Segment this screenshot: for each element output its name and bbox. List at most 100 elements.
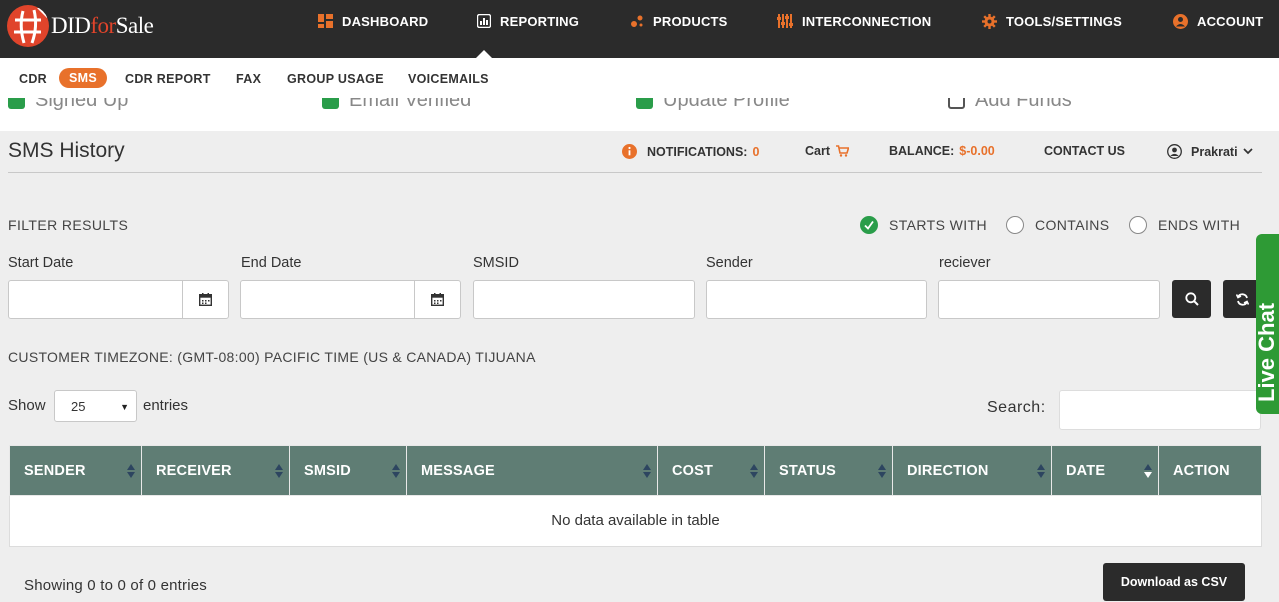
column-label: SMSID (304, 462, 351, 479)
brand-logo[interactable]: DIDforSale (7, 4, 154, 48)
end-date-label: End Date (241, 255, 302, 271)
sender-input[interactable] (706, 280, 927, 319)
nav-products[interactable]: PRODUCTS (630, 0, 728, 42)
dashboard-icon (318, 14, 333, 28)
radio-unchecked-icon (1006, 216, 1024, 234)
nav-reporting[interactable]: REPORTING (477, 0, 579, 42)
subtab-voicemails[interactable]: VOICEMAILS (408, 72, 489, 86)
chevron-down-icon (1242, 148, 1253, 155)
receiver-label: reciever (939, 255, 991, 271)
cubes-icon (631, 15, 643, 27)
end-date-picker-button[interactable] (414, 281, 460, 318)
start-date-label: Start Date (8, 255, 74, 271)
column-label: DIRECTION (907, 462, 989, 479)
column-smsid[interactable]: SMSID (290, 446, 407, 495)
step-signed-up: Signed Up (8, 98, 128, 112)
smsid-label: SMSID (473, 255, 519, 271)
radio-contains[interactable]: CONTAINS (1006, 216, 1110, 234)
download-csv-button[interactable]: Download as CSV (1103, 563, 1245, 601)
radio-starts-with[interactable]: STARTS WITH (860, 216, 987, 234)
sender-label: Sender (706, 255, 753, 271)
radio-checked-icon (860, 216, 878, 234)
brand-name: DIDforSale (51, 13, 154, 38)
column-label: SENDER (24, 462, 86, 479)
user-name: Prakrati (1191, 144, 1238, 159)
contact-us-link[interactable]: CONTACT US (1044, 144, 1125, 158)
customer-timezone: CUSTOMER TIMEZONE: (GMT-08:00) PACIFIC T… (8, 349, 536, 365)
nav-interconnection[interactable]: INTERCONNECTION (777, 0, 931, 42)
nav-tools-label: TOOLS/SETTINGS (1006, 13, 1122, 29)
sort-icon (643, 464, 651, 478)
column-status[interactable]: STATUS (765, 446, 893, 495)
sort-desc-icon (1144, 464, 1152, 478)
header-divider (8, 172, 1262, 173)
radio-ends-with[interactable]: ENDS WITH (1129, 216, 1240, 234)
cart-link[interactable]: Cart (805, 144, 850, 158)
live-chat-tab[interactable]: Live Chat (1256, 234, 1279, 414)
notifications-label: NOTIFICATIONS: (647, 144, 748, 159)
sliders-icon (777, 14, 793, 28)
receiver-input[interactable] (938, 280, 1160, 319)
start-date-input[interactable] (8, 280, 229, 319)
notifications-count: 0 (752, 144, 760, 159)
smsid-input[interactable] (473, 280, 695, 319)
page-title: SMS History (8, 139, 125, 162)
sort-icon (1037, 464, 1045, 478)
cart-label: Cart (805, 144, 831, 158)
radio-label: ENDS WITH (1158, 217, 1241, 233)
nav-dashboard[interactable]: DASHBOARD (318, 0, 428, 42)
step-update-profile: Update Profile (636, 98, 790, 112)
info-icon (622, 144, 637, 159)
refresh-icon (1236, 292, 1249, 306)
search-button[interactable] (1172, 280, 1211, 318)
show-label: Show (8, 397, 46, 414)
column-sender[interactable]: SENDER (10, 446, 142, 495)
cart-icon (836, 145, 850, 157)
nav-account[interactable]: ACCOUNT (1173, 0, 1263, 42)
top-navbar: DIDforSale DASHBOARD REPORTING PRODUCTS … (0, 0, 1279, 58)
bar-chart-icon (477, 14, 491, 28)
column-action: ACTION (1159, 446, 1263, 495)
subtab-sms[interactable]: SMS (59, 68, 107, 88)
column-cost[interactable]: COST (658, 446, 765, 495)
table-search-input[interactable] (1059, 390, 1261, 430)
nav-tools-settings[interactable]: TOOLS/SETTINGS (982, 0, 1122, 42)
column-message[interactable]: MESSAGE (407, 446, 658, 495)
sort-icon (127, 464, 135, 478)
sort-icon (275, 464, 283, 478)
subtab-fax[interactable]: FAX (236, 72, 261, 86)
column-direction[interactable]: DIRECTION (893, 446, 1052, 495)
radio-label: STARTS WITH (889, 217, 987, 233)
onboarding-steps: Signed Up Email Verified Update Profile … (0, 98, 1279, 131)
sub-navbar: CDR SMS CDR REPORT FAX GROUP USAGE VOICE… (0, 58, 1279, 98)
step-add-funds: Add Funds (948, 98, 1072, 112)
user-circle-icon (1173, 13, 1188, 29)
unchecked-box-icon (948, 98, 965, 109)
step-label: Signed Up (35, 98, 129, 111)
user-icon (1167, 144, 1182, 159)
table-search-label: Search: (987, 399, 1046, 416)
column-label: RECEIVER (156, 462, 232, 479)
subtab-cdr-report[interactable]: CDR REPORT (125, 72, 211, 86)
column-receiver[interactable]: RECEIVER (142, 446, 290, 495)
step-label: Update Profile (663, 98, 790, 111)
sort-icon (750, 464, 758, 478)
page-size-select[interactable]: 25 ▼ (54, 390, 137, 422)
user-menu[interactable]: Prakrati (1167, 144, 1253, 159)
table-header: SENDER RECEIVER SMSID MESSAGE COST STATU… (9, 445, 1262, 496)
empty-table-message: No data available in table (551, 512, 720, 529)
checked-box-icon (636, 98, 653, 109)
nav-dashboard-label: DASHBOARD (342, 13, 429, 29)
column-date[interactable]: DATE (1052, 446, 1159, 495)
table-body: No data available in table (9, 496, 1262, 547)
start-date-picker-button[interactable] (182, 281, 228, 318)
radio-label: CONTAINS (1035, 217, 1110, 233)
nav-interconnection-label: INTERCONNECTION (802, 13, 932, 29)
end-date-input[interactable] (240, 280, 461, 319)
nav-reporting-label: REPORTING (500, 13, 580, 29)
calendar-icon (431, 293, 444, 306)
notifications[interactable]: NOTIFICATIONS: 0 (622, 144, 759, 159)
subtab-group-usage[interactable]: GROUP USAGE (287, 72, 384, 86)
subtab-cdr[interactable]: CDR (19, 72, 47, 86)
table-info: Showing 0 to 0 of 0 entries (24, 577, 208, 594)
